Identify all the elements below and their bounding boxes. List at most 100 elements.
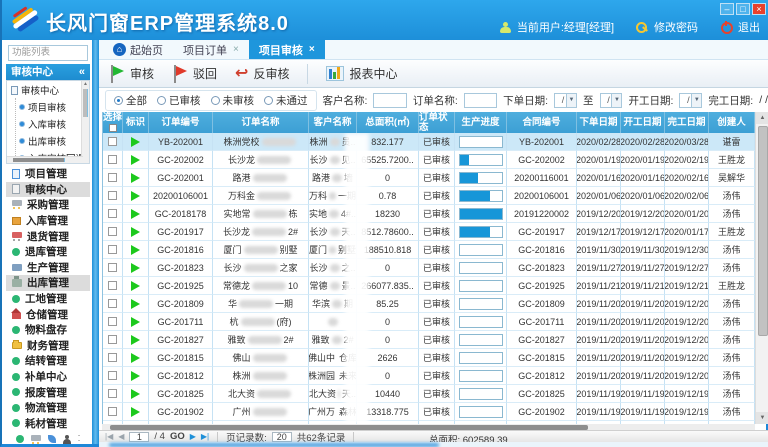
table-row[interactable]: GC-201812株洲株洲园未来0已审核GC-2018122019/11/202…	[103, 367, 755, 385]
tab-2[interactable]: 项目订单×	[173, 40, 249, 59]
sidebar-item-16[interactable]: 物流管理	[6, 400, 90, 416]
row-checkbox[interactable]	[108, 137, 117, 146]
select-cell[interactable]	[103, 367, 123, 385]
tab-close-icon[interactable]: ×	[309, 44, 315, 55]
sidebar-item-17[interactable]: 耗材管理	[6, 416, 90, 432]
column-header-2[interactable]: 标识	[123, 112, 149, 133]
table-row[interactable]: GC-202001路港路港墙0已审核202001160012020/01/162…	[103, 169, 755, 187]
table-row[interactable]: GC-201809华一期华滨期85.25已审核GC-2018092019/11/…	[103, 295, 755, 313]
order-date-from-input[interactable]: / /▼	[554, 93, 577, 108]
column-header-10[interactable]: 下单日期	[577, 112, 621, 133]
column-header-6[interactable]: 总面积(㎡)	[357, 112, 419, 133]
column-header-4[interactable]: 订单名称	[213, 112, 309, 133]
sidebar-item-11[interactable]: 物料盘存	[6, 322, 90, 338]
table-row[interactable]: YB-202001株洲党校株洲员..832.177已审核YB-202001202…	[103, 133, 755, 151]
row-checkbox[interactable]	[108, 191, 117, 200]
radio-option-1[interactable]: 全部	[114, 93, 147, 108]
table-row[interactable]: GC-201925常德龙10常德景..266077.835..已审核GC-201…	[103, 277, 755, 295]
go-button[interactable]: GO	[170, 431, 185, 442]
table-row[interactable]: GC-201815佛山佛山中仓库2626已审核GC-2018152019/11/…	[103, 349, 755, 367]
sidebar-item-15[interactable]: 报废管理	[6, 384, 90, 400]
select-cell[interactable]	[103, 277, 123, 295]
toolbar-button-4[interactable]: 报表中心	[326, 65, 397, 82]
row-checkbox[interactable]	[108, 281, 117, 290]
sidebar-item-3[interactable]: 采购管理	[6, 197, 90, 213]
sidebar-item-10[interactable]: 仓储管理	[6, 306, 90, 322]
tree-item-3[interactable]: 出库审核	[16, 132, 89, 149]
table-row[interactable]: GC-201917长沙龙2#长沙天..8512.78600..已审核GC-201…	[103, 223, 755, 241]
vertical-scrollbar[interactable]: ▲ ▼	[755, 112, 768, 424]
order-date-to-input[interactable]: / /▼	[600, 93, 623, 108]
scroll-down-icon[interactable]: ▼	[756, 412, 768, 424]
chevron-down-icon[interactable]: ▼	[691, 94, 701, 107]
table-row[interactable]: GC-201823长沙之家长沙之..0已审核GC-2018232019/11/2…	[103, 259, 755, 277]
row-checkbox[interactable]	[108, 407, 117, 416]
table-row[interactable]: GC-201902广州广州万森林13318.775已审核GC-201902201…	[103, 403, 755, 421]
row-checkbox[interactable]	[108, 173, 117, 182]
more-icon[interactable]: ⁚	[78, 435, 81, 443]
cart-icon[interactable]	[31, 435, 41, 441]
logout-link[interactable]: 退出	[738, 19, 760, 35]
column-header-12[interactable]: 完工日期	[665, 112, 709, 133]
column-header-3[interactable]: 订单编号	[149, 112, 213, 133]
row-checkbox[interactable]	[108, 209, 117, 218]
page-size-input[interactable]: 20	[272, 432, 292, 442]
tab-3[interactable]: 项目审核×	[249, 40, 325, 59]
toolbar-button-3[interactable]: ↩反审核	[235, 65, 289, 82]
row-checkbox[interactable]	[108, 245, 117, 254]
sidebar-item-8[interactable]: 出库管理	[6, 275, 90, 291]
order-name-input[interactable]	[464, 93, 497, 108]
start-date-input[interactable]: / /▼	[679, 93, 702, 108]
chevron-down-icon[interactable]: ▼	[611, 94, 621, 107]
sidebar-item-12[interactable]: 财务管理	[6, 338, 90, 354]
scroll-up-icon[interactable]: ▲	[756, 112, 768, 124]
page-number-input[interactable]: 1	[129, 432, 149, 442]
table-row[interactable]: GC-201816厦门别墅厦门别墅188510.818已审核GC-2018162…	[103, 241, 755, 259]
select-cell[interactable]	[103, 151, 123, 169]
select-cell[interactable]	[103, 259, 123, 277]
column-header-11[interactable]: 开工日期	[621, 112, 665, 133]
select-cell[interactable]	[103, 241, 123, 259]
change-password-link[interactable]: 修改密码	[654, 19, 698, 35]
table-row[interactable]: GC-201827雅致2#雅致2#0已审核GC-2018272019/11/20…	[103, 331, 755, 349]
next-page-icon[interactable]: ▶	[190, 432, 196, 442]
tree-horizontal-scrollbar[interactable]	[7, 156, 83, 163]
tree-item-2[interactable]: 入库审核	[16, 115, 89, 132]
tab-1[interactable]: ⌂起始页	[103, 40, 173, 59]
select-cell[interactable]	[103, 223, 123, 241]
table-row[interactable]: GC-201711杭(府)0已审核GC-2017112019/11/202019…	[103, 313, 755, 331]
select-cell[interactable]	[103, 313, 123, 331]
toolbar-button-2[interactable]: 驳回	[172, 65, 217, 83]
select-cell[interactable]	[103, 295, 123, 313]
tree-item-1[interactable]: 项目审核	[16, 98, 89, 115]
column-header-1[interactable]: 选择	[103, 112, 123, 133]
table-row[interactable]: GC-202002长沙龙长沙见..65525.7200..已审核GC-20200…	[103, 151, 755, 169]
select-cell[interactable]	[103, 187, 123, 205]
select-cell[interactable]	[103, 349, 123, 367]
sidebar-item-14[interactable]: 补单中心	[6, 369, 90, 385]
sidebar-item-4[interactable]: 入库管理	[6, 213, 90, 229]
minimize-button[interactable]: –	[720, 3, 734, 15]
row-checkbox[interactable]	[108, 335, 117, 344]
first-page-icon[interactable]: |◀	[105, 432, 113, 442]
select-cell[interactable]	[103, 205, 123, 223]
sidebar-item-1[interactable]: 项目管理	[6, 166, 90, 182]
radio-option-4[interactable]: 未通过	[264, 93, 308, 108]
select-cell[interactable]	[103, 331, 123, 349]
table-row[interactable]: 20200106001万科金万科一期0.78已审核202001060012020…	[103, 187, 755, 205]
row-checkbox[interactable]	[108, 371, 117, 380]
row-checkbox[interactable]	[108, 317, 117, 326]
column-header-8[interactable]: 生产进度	[455, 112, 507, 133]
radio-option-3[interactable]: 未审核	[211, 93, 255, 108]
sidebar-item-6[interactable]: 退库管理	[6, 244, 90, 260]
maximize-button[interactable]: □	[736, 3, 750, 15]
dot-green-icon[interactable]	[16, 435, 24, 443]
column-header-5[interactable]: 客户名称	[309, 112, 357, 133]
function-search-input[interactable]: 功能列表	[8, 45, 88, 61]
column-header-7[interactable]: 订单状态	[419, 112, 455, 133]
sidebar-item-7[interactable]: 生产管理	[6, 260, 90, 276]
row-checkbox[interactable]	[108, 389, 117, 398]
select-all-checkbox[interactable]	[109, 124, 117, 132]
row-checkbox[interactable]	[108, 263, 117, 272]
select-cell[interactable]	[103, 403, 123, 421]
